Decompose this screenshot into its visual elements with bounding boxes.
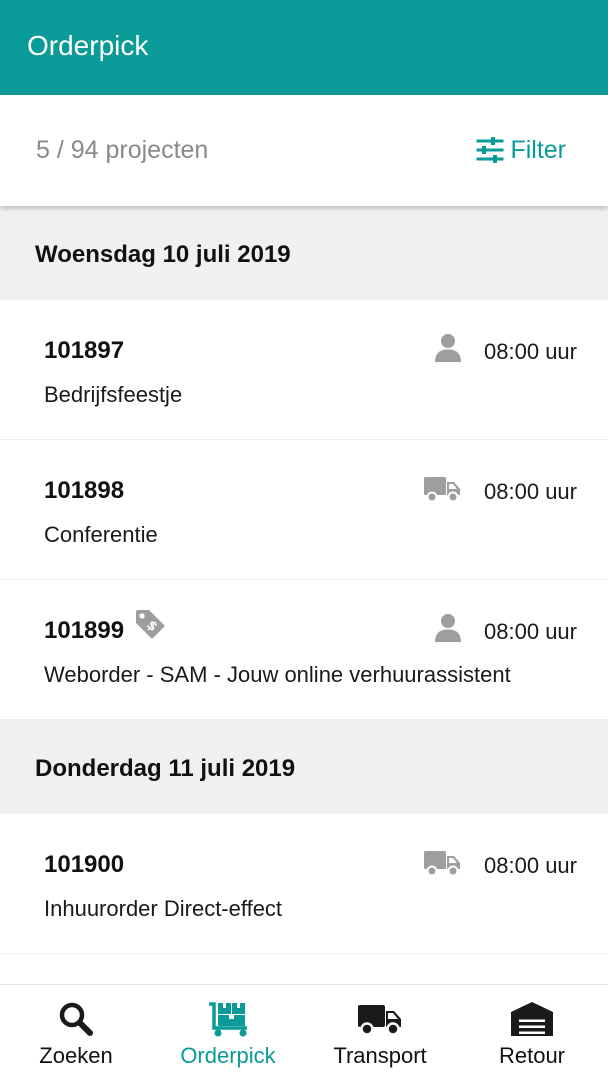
order-time: 08:00 uur	[484, 853, 577, 878]
order-time: 08:00 uur	[484, 479, 577, 504]
order-time: 08:00 uur	[484, 619, 577, 644]
order-item-101898[interactable]: 101898 08:00 uur Conferentie	[0, 440, 608, 580]
order-number: 101899	[44, 617, 125, 644]
nav-retour[interactable]: Retour	[456, 985, 608, 1080]
search-icon	[59, 1002, 93, 1036]
date-header-label: Donderdag 11 juli 2019	[35, 755, 296, 782]
nav-label: Retour	[498, 1043, 566, 1068]
filter-label: Filter	[510, 135, 566, 164]
order-description: Bedrijfsfeestje	[44, 382, 183, 407]
order-description: Inhuurorder Direct-effect	[44, 896, 283, 921]
order-number: 101900	[44, 851, 125, 878]
nav-label: Transport	[333, 1043, 427, 1068]
date-header-label: Woensdag 10 juli 2019	[35, 241, 291, 268]
truck-icon	[424, 477, 460, 503]
nav-zoeken[interactable]: Zoeken	[0, 985, 152, 1080]
bottom-navigation: Zoeken Orderpick Transport Retour	[0, 984, 608, 1080]
pallet-cart-icon	[209, 1002, 247, 1037]
date-header: Donderdag 11 juli 2019	[0, 720, 608, 814]
results-bar: 5 / 94 projecten Filter	[0, 95, 608, 206]
order-description: Conferentie	[44, 522, 158, 547]
app-title: Orderpick	[27, 30, 149, 61]
order-item-101899[interactable]: 101899 $ 08:00 uur Weborder - SAM - Jouw…	[0, 580, 608, 720]
sliders-icon	[476, 137, 504, 163]
order-number: 101897	[44, 337, 125, 364]
nav-label: Zoeken	[39, 1043, 113, 1068]
truck-icon	[358, 1005, 401, 1036]
order-item-101897[interactable]: 101897 08:00 uur Bedrijfsfeestje	[0, 300, 608, 440]
date-header: Woensdag 10 juli 2019	[0, 206, 608, 300]
truck-icon	[424, 851, 460, 877]
warehouse-icon	[511, 1002, 553, 1036]
nav-transport[interactable]: Transport	[304, 985, 456, 1080]
person-icon	[435, 334, 461, 362]
order-time: 08:00 uur	[484, 339, 577, 364]
project-count: 5 / 94 projecten	[36, 136, 209, 164]
person-icon	[435, 614, 461, 642]
order-item-101900[interactable]: 101900 08:00 uur Inhuurorder Direct-effe…	[0, 814, 608, 954]
order-description: Weborder - SAM - Jouw online verhuurassi…	[44, 662, 511, 687]
project-list: Woensdag 10 juli 2019 101897 08:00 uur B…	[0, 206, 608, 954]
filter-button[interactable]: Filter	[476, 133, 566, 167]
price-tag-icon: $	[136, 610, 165, 639]
app-bar: Orderpick	[0, 0, 608, 95]
nav-label: Orderpick	[180, 1043, 276, 1068]
order-number: 101898	[44, 477, 125, 504]
nav-orderpick[interactable]: Orderpick	[152, 985, 304, 1080]
